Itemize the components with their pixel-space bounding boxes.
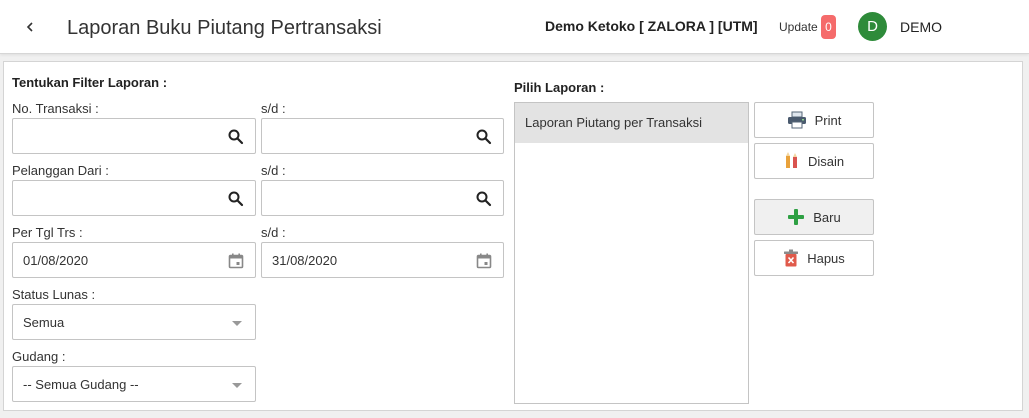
- gudang-label: Gudang :: [12, 349, 66, 364]
- search-icon[interactable]: [475, 128, 493, 146]
- app-header: Laporan Buku Piutang Pertransaksi Demo K…: [0, 0, 1029, 54]
- report-list[interactable]: Laporan Piutang per Transaksi: [514, 102, 749, 404]
- baru-button[interactable]: Baru: [754, 199, 874, 235]
- list-item[interactable]: Laporan Piutang per Transaksi: [515, 103, 748, 143]
- tgl-from-input[interactable]: 01/08/2020: [12, 242, 256, 278]
- hapus-button[interactable]: Hapus: [754, 240, 874, 276]
- update-count-badge[interactable]: 0: [821, 15, 836, 39]
- search-icon[interactable]: [475, 190, 493, 208]
- plus-icon: [788, 209, 805, 225]
- no-transaksi-to-input[interactable]: [261, 118, 504, 154]
- filter-section-title: Tentukan Filter Laporan :: [12, 75, 168, 90]
- username[interactable]: DEMO: [900, 19, 942, 35]
- disain-button[interactable]: Disain: [754, 143, 874, 179]
- no-transaksi-from-input[interactable]: [12, 118, 256, 154]
- printer-icon: [787, 111, 806, 129]
- no-transaksi-label: No. Transaksi :: [12, 101, 99, 116]
- status-lunas-select[interactable]: Semua: [12, 304, 256, 340]
- company-name: Demo Ketoko [ ZALORA ] [UTM]: [545, 18, 758, 34]
- back-button[interactable]: [18, 15, 42, 39]
- tgl-label: Per Tgl Trs :: [12, 225, 83, 240]
- report-section-title: Pilih Laporan :: [514, 80, 605, 95]
- avatar[interactable]: D: [858, 12, 887, 41]
- status-lunas-label: Status Lunas :: [12, 287, 96, 302]
- calendar-icon[interactable]: [227, 252, 245, 270]
- report-panel: Tentukan Filter Laporan : No. Transaksi …: [3, 61, 1023, 411]
- tgl-to-label: s/d :: [261, 225, 286, 240]
- gudang-select[interactable]: -- Semua Gudang --: [12, 366, 256, 402]
- chevron-down-icon: [232, 383, 242, 388]
- no-transaksi-to-label: s/d :: [261, 101, 286, 116]
- pelanggan-to-label: s/d :: [261, 163, 286, 178]
- chevron-down-icon: [232, 321, 242, 326]
- search-icon[interactable]: [227, 128, 245, 146]
- pelanggan-label: Pelanggan Dari :: [12, 163, 109, 178]
- update-link[interactable]: Update: [779, 20, 818, 34]
- pelanggan-to-input[interactable]: [261, 180, 504, 216]
- page-title: Laporan Buku Piutang Pertransaksi: [67, 17, 382, 39]
- search-icon[interactable]: [227, 190, 245, 208]
- pelanggan-from-input[interactable]: [12, 180, 256, 216]
- chevron-left-icon: [26, 22, 33, 32]
- calendar-icon[interactable]: [475, 252, 493, 270]
- tgl-to-input[interactable]: 31/08/2020: [261, 242, 504, 278]
- pencils-icon: [785, 152, 797, 168]
- trash-icon: [784, 249, 799, 267]
- print-button[interactable]: Print: [754, 102, 874, 138]
